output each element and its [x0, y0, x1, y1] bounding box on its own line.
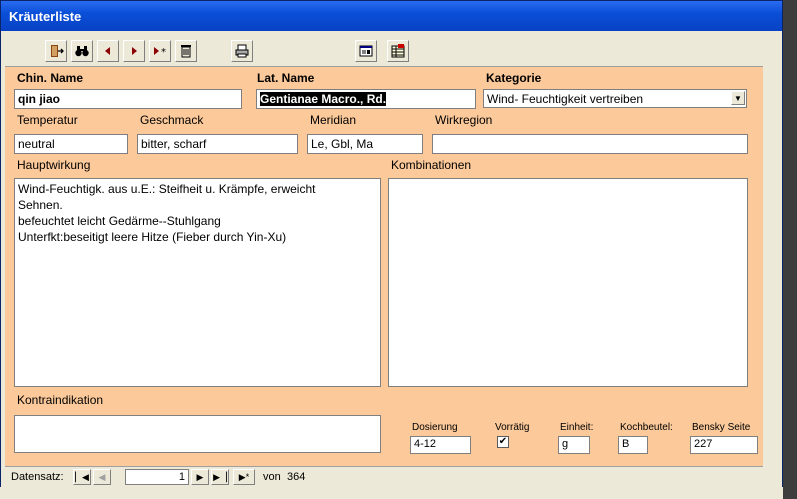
lat-name-value: Gentianae Macro., Rd.: [260, 92, 387, 106]
title-bar: Kräuterliste: [1, 1, 782, 31]
dosierung-label: Dosierung: [412, 422, 458, 433]
einheit-field[interactable]: g: [558, 436, 590, 454]
window-bottom-edge: [0, 487, 783, 499]
printer-icon[interactable]: [231, 40, 253, 62]
toolbar: *: [5, 36, 763, 67]
form-view-icon[interactable]: [355, 40, 377, 62]
vorraetig-checkbox[interactable]: ✔: [497, 436, 509, 448]
record-label: Datensatz:: [11, 471, 64, 483]
next-record-icon[interactable]: [123, 40, 145, 62]
kontraindikation-label: Kontraindikation: [17, 393, 104, 407]
chin-name-label: Chin. Name: [17, 71, 84, 85]
new-record-icon[interactable]: *: [149, 40, 171, 62]
chin-name-field[interactable]: qin jiao: [14, 89, 242, 109]
hauptwirkung-label: Hauptwirkung: [17, 158, 91, 172]
background-strip: [783, 0, 797, 499]
temperatur-field[interactable]: neutral: [14, 134, 128, 154]
svg-text:*: *: [161, 47, 166, 58]
trash-icon[interactable]: [175, 40, 197, 62]
new-record-nav-icon[interactable]: ▶*: [233, 469, 255, 485]
geschmack-label: Geschmack: [140, 113, 204, 127]
bensky-label: Bensky Seite: [692, 422, 751, 433]
temperatur-label: Temperatur: [17, 113, 78, 127]
lat-name-field[interactable]: Gentianae Macro., Rd.: [256, 89, 476, 109]
dropdown-arrow-icon[interactable]: ▼: [731, 91, 745, 105]
previous-record-icon[interactable]: [97, 40, 119, 62]
lat-name-label: Lat. Name: [257, 71, 315, 85]
last-record-icon[interactable]: ▶▕: [211, 469, 229, 485]
next-record-nav-icon[interactable]: ▶: [191, 469, 209, 485]
kategorie-label: Kategorie: [486, 71, 542, 85]
record-total: 364: [287, 471, 306, 483]
previous-record-nav-icon[interactable]: ◀: [93, 469, 111, 485]
kategorie-value: Wind- Feuchtigkeit vertreiben: [487, 92, 644, 106]
record-navigation-bar: Datensatz: ▏◀ ◀ 1 ▶ ▶▕ ▶* von 364: [5, 466, 763, 487]
kochbeutel-field[interactable]: B: [618, 436, 648, 454]
kochbeutel-label: Kochbeutel:: [620, 422, 673, 433]
kombinationen-label: Kombinationen: [391, 158, 472, 172]
geschmack-field[interactable]: bitter, scharf: [137, 134, 298, 154]
form-body: * Chin. Name qin jiao Lat. Name Gentiana…: [5, 36, 763, 487]
wirkregion-label: Wirkregion: [435, 113, 493, 127]
first-record-icon[interactable]: ▏◀: [73, 469, 91, 485]
hauptwirkung-textarea[interactable]: Wind-Feuchtigk. aus u.E.: Steifheit u. K…: [14, 178, 381, 387]
kombinationen-textarea[interactable]: [388, 178, 748, 387]
einheit-label: Einheit:: [560, 422, 594, 433]
binoculars-icon[interactable]: [71, 40, 93, 62]
wirkregion-field[interactable]: [432, 134, 748, 154]
exit-door-icon[interactable]: [45, 40, 67, 62]
of-label: von: [263, 471, 281, 483]
window-title: Kräuterliste: [9, 9, 82, 24]
record-number-field[interactable]: 1: [125, 469, 189, 485]
meridian-label: Meridian: [310, 113, 357, 127]
kategorie-combobox[interactable]: Wind- Feuchtigkeit vertreiben ▼: [483, 89, 747, 108]
bensky-field[interactable]: 227: [690, 436, 758, 454]
meridian-field[interactable]: Le, Gbl, Ma: [307, 134, 423, 154]
vorraetig-label: Vorrätig: [495, 422, 530, 433]
kontraindikation-textarea[interactable]: [14, 415, 381, 453]
dosierung-field[interactable]: 4-12: [410, 436, 471, 454]
table-view-icon[interactable]: [387, 40, 409, 62]
